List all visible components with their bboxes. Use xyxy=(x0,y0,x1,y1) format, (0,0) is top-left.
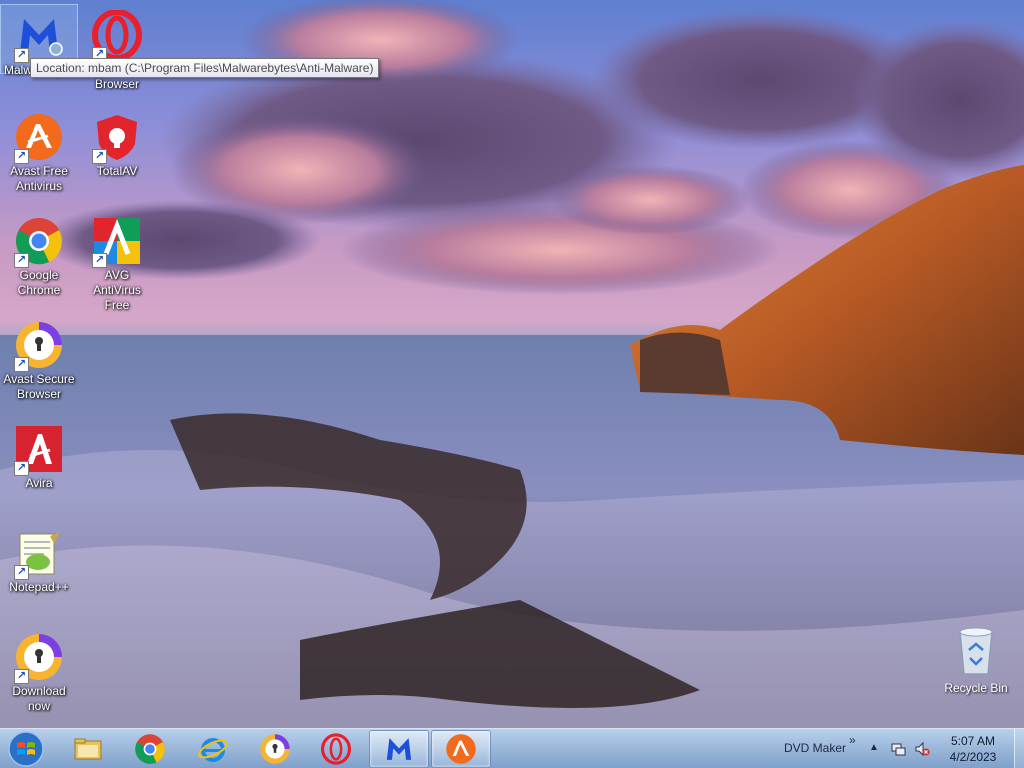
desktop-icon-label: Avast Secure Browser xyxy=(3,372,75,401)
system-clock[interactable]: 5:07 AM 4/2/2023 xyxy=(940,733,1006,765)
shortcut-arrow-icon: ↗ xyxy=(14,669,29,684)
avira-icon: ↗ xyxy=(14,424,64,476)
file-explorer-icon xyxy=(74,738,102,760)
shortcut-arrow-icon: ↗ xyxy=(14,48,29,63)
malwarebytes-icon: ↗ xyxy=(14,11,64,63)
avast-icon xyxy=(446,734,476,764)
desktop-icon-chrome[interactable]: ↗ Google Chrome xyxy=(0,210,78,298)
internet-explorer-icon xyxy=(198,738,228,762)
desktop-icon-label: Avast Free Antivirus xyxy=(10,164,68,193)
desktop-icon-totalav[interactable]: ↗ TotalAV xyxy=(78,106,156,179)
desktop-icon-download-now[interactable]: ↗ Download now xyxy=(0,626,78,714)
taskbar: DVD Maker » ▲ 5:07 AM 4/2/2023 xyxy=(0,728,1024,768)
shortcut-arrow-icon: ↗ xyxy=(14,149,29,164)
clock-date: 4/2/2023 xyxy=(949,750,997,764)
taskbar-avast[interactable] xyxy=(431,730,491,768)
taskbar-avast-secure-browser[interactable] xyxy=(245,730,305,768)
avast-secure-browser-icon: ↗ xyxy=(14,320,64,372)
toolbar-chevron-icon[interactable]: » xyxy=(849,733,856,747)
desktop-icon-opera[interactable]: ↗ Opera Browser xyxy=(78,4,156,92)
taskbar-opera[interactable] xyxy=(306,730,366,768)
shortcut-arrow-icon: ↗ xyxy=(92,253,107,268)
malwarebytes-icon xyxy=(386,738,412,760)
network-icon[interactable] xyxy=(891,741,907,757)
shortcut-arrow-icon: ↗ xyxy=(14,357,29,372)
desktop-icon-notepadpp[interactable]: ↗ Notepad++ xyxy=(0,522,78,595)
desktop-icon-label: AVG AntiVirus Free xyxy=(93,268,141,312)
dvd-maker-toolbar[interactable]: DVD Maker xyxy=(784,741,846,755)
recycle-bin-icon xyxy=(959,627,993,675)
taskbar-internet-explorer[interactable] xyxy=(183,730,243,768)
desktop-icon-avast-secure-browser[interactable]: ↗ Avast Secure Browser xyxy=(0,314,78,402)
opera-icon xyxy=(320,733,352,765)
start-button[interactable] xyxy=(5,730,47,768)
desktop-icon-avira[interactable]: ↗ Avira xyxy=(0,418,78,491)
volume-muted-icon[interactable] xyxy=(914,741,930,757)
desktop-icon-label: Google Chrome xyxy=(17,268,61,297)
avast-icon: ↗ xyxy=(14,112,64,164)
desktop-icon-avg[interactable]: ↗ AVG AntiVirus Free xyxy=(78,210,156,313)
taskbar-chrome[interactable] xyxy=(120,730,180,768)
desktop-icon-recycle-bin[interactable]: Recycle Bin xyxy=(937,624,1015,695)
chrome-icon: ↗ xyxy=(14,216,64,268)
desktop-icon-avast-free[interactable]: ↗ Avast Free Antivirus xyxy=(0,106,78,194)
notepadpp-icon: ↗ xyxy=(14,528,64,580)
download-now-icon: ↗ xyxy=(14,632,64,684)
desktop-icon-label: TotalAV xyxy=(96,164,138,178)
show-hidden-icons-button[interactable]: ▲ xyxy=(869,742,879,753)
location-tooltip: Location: mbam (C:\Program Files\Malware… xyxy=(30,58,380,78)
show-desktop-button[interactable] xyxy=(1014,729,1024,768)
totalav-icon: ↗ xyxy=(92,112,142,164)
shortcut-arrow-icon: ↗ xyxy=(92,149,107,164)
avg-icon: ↗ xyxy=(92,216,142,268)
desktop-icon-label: Avira xyxy=(25,476,53,490)
desktop-icon-label: Download now xyxy=(12,684,66,713)
taskbar-file-explorer[interactable] xyxy=(58,730,118,768)
recycle-bin-label: Recycle Bin xyxy=(944,681,1008,695)
shortcut-arrow-icon: ↗ xyxy=(14,565,29,580)
taskbar-malwarebytes[interactable] xyxy=(369,730,429,768)
desktop-icon-label: Notepad++ xyxy=(9,580,69,594)
chrome-icon xyxy=(135,734,165,764)
shortcut-arrow-icon: ↗ xyxy=(14,253,29,268)
windows-start-icon xyxy=(8,731,44,767)
opera-icon: ↗ xyxy=(92,9,142,62)
avast-secure-browser-icon xyxy=(260,734,290,764)
clock-time: 5:07 AM xyxy=(950,734,996,748)
shortcut-arrow-icon: ↗ xyxy=(14,461,29,476)
